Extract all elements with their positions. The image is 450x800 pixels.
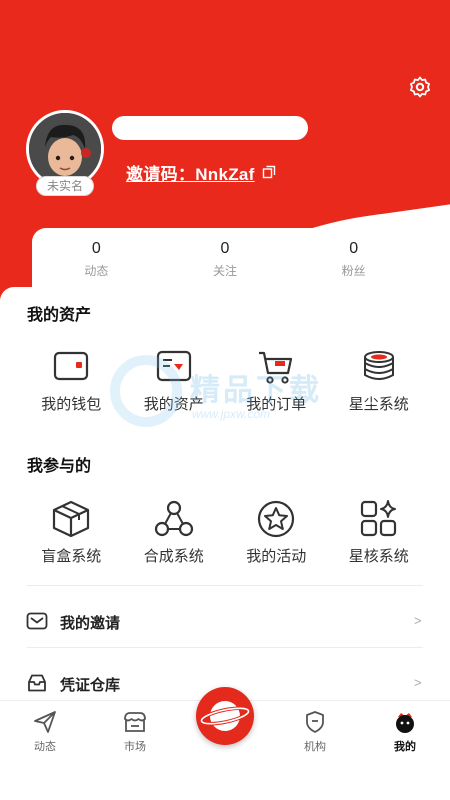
asset-item-label: 我的钱包	[41, 396, 102, 413]
tab-market[interactable]: 市场	[105, 709, 165, 754]
tab-label: 动态	[34, 741, 56, 753]
participation-item-label: 我的活动	[246, 548, 307, 565]
stat-following[interactable]: 0 关注	[161, 228, 290, 290]
tab-label: 我的	[394, 741, 416, 753]
username-redacted	[112, 116, 308, 140]
list-row-label: 凭证仓库	[60, 677, 121, 694]
participation-item-label: 合成系统	[143, 548, 204, 565]
tab-label: 机构	[304, 741, 326, 753]
stats-card: 0 动态 0 关注 0 粉丝	[32, 228, 418, 290]
asset-item-stardust[interactable]: 星尘系统	[328, 347, 431, 414]
section-title-assets: 我的资产	[27, 307, 92, 324]
stat-label: 动态	[84, 264, 109, 278]
chevron-right-icon: >	[414, 675, 422, 690]
list-row-invitations[interactable]: 我的邀请 >	[0, 601, 450, 641]
verify-status-badge[interactable]: 未实名	[36, 176, 94, 196]
copy-icon[interactable]	[262, 165, 276, 179]
grid-sparkle-icon	[360, 500, 396, 537]
wallet-icon	[54, 351, 89, 381]
stat-label: 粉丝	[341, 264, 366, 278]
cart-icon	[259, 351, 293, 384]
participation-item-starcore[interactable]: 星核系统	[328, 499, 431, 566]
tab-feed[interactable]: 动态	[15, 709, 75, 754]
gear-icon[interactable]	[408, 75, 432, 99]
center-action-button[interactable]	[196, 687, 254, 745]
participation-item-synthesis[interactable]: 合成系统	[123, 499, 226, 566]
asset-item-orders[interactable]: 我的订单	[225, 347, 328, 414]
planet-icon	[199, 701, 251, 731]
asset-item-label: 我的资产	[143, 396, 204, 413]
participation-item-activities[interactable]: 我的活动	[225, 499, 328, 566]
stat-label: 关注	[213, 264, 238, 278]
envelope-icon	[26, 612, 48, 630]
divider	[27, 647, 423, 648]
tab-label: 市场	[124, 741, 146, 753]
bottom-tab-bar: 动态 市场 机构 我的	[0, 687, 450, 800]
stat-followers[interactable]: 0 粉丝	[289, 228, 418, 290]
participation-item-label: 盲盒系统	[41, 548, 102, 565]
list-row-label: 我的邀请	[60, 615, 121, 632]
profile-icon	[396, 713, 414, 733]
asset-item-assets[interactable]: 我的资产	[123, 347, 226, 414]
shield-icon	[306, 711, 324, 733]
stat-value: 0	[349, 240, 359, 257]
box-icon	[53, 500, 90, 538]
coin-stack-icon	[363, 351, 394, 380]
participation-item-label: 星核系统	[348, 548, 409, 565]
inbox-icon	[28, 674, 46, 692]
stat-value: 0	[220, 240, 230, 257]
assets-grid: 我的钱包 我的资产 我的订单 星尘系统	[20, 347, 430, 414]
store-icon	[124, 712, 146, 732]
chevron-right-icon: >	[414, 613, 422, 628]
synthesis-icon	[154, 500, 193, 537]
invite-code[interactable]: 邀请码：NnkZaf	[126, 160, 255, 185]
star-icon	[258, 500, 295, 538]
send-icon	[34, 711, 56, 733]
asset-item-label: 我的订单	[246, 396, 307, 413]
tab-profile[interactable]: 我的	[375, 709, 435, 754]
section-title-participation: 我参与的	[27, 458, 92, 475]
stat-posts[interactable]: 0 动态	[32, 228, 161, 290]
participation-grid: 盲盒系统 合成系统 我的活动 星核系统	[20, 499, 430, 566]
participation-item-blindbox[interactable]: 盲盒系统	[20, 499, 123, 566]
divider	[27, 585, 423, 586]
asset-card-icon	[156, 350, 191, 382]
tab-institution[interactable]: 机构	[285, 709, 345, 754]
asset-item-wallet[interactable]: 我的钱包	[20, 347, 123, 414]
main-panel: 我的资产 我的钱包 我的资产 我的订单 星尘系统 我参与的 盲盒系统 合成系统 …	[0, 287, 450, 701]
asset-item-label: 星尘系统	[348, 396, 409, 413]
stat-value: 0	[91, 240, 101, 257]
